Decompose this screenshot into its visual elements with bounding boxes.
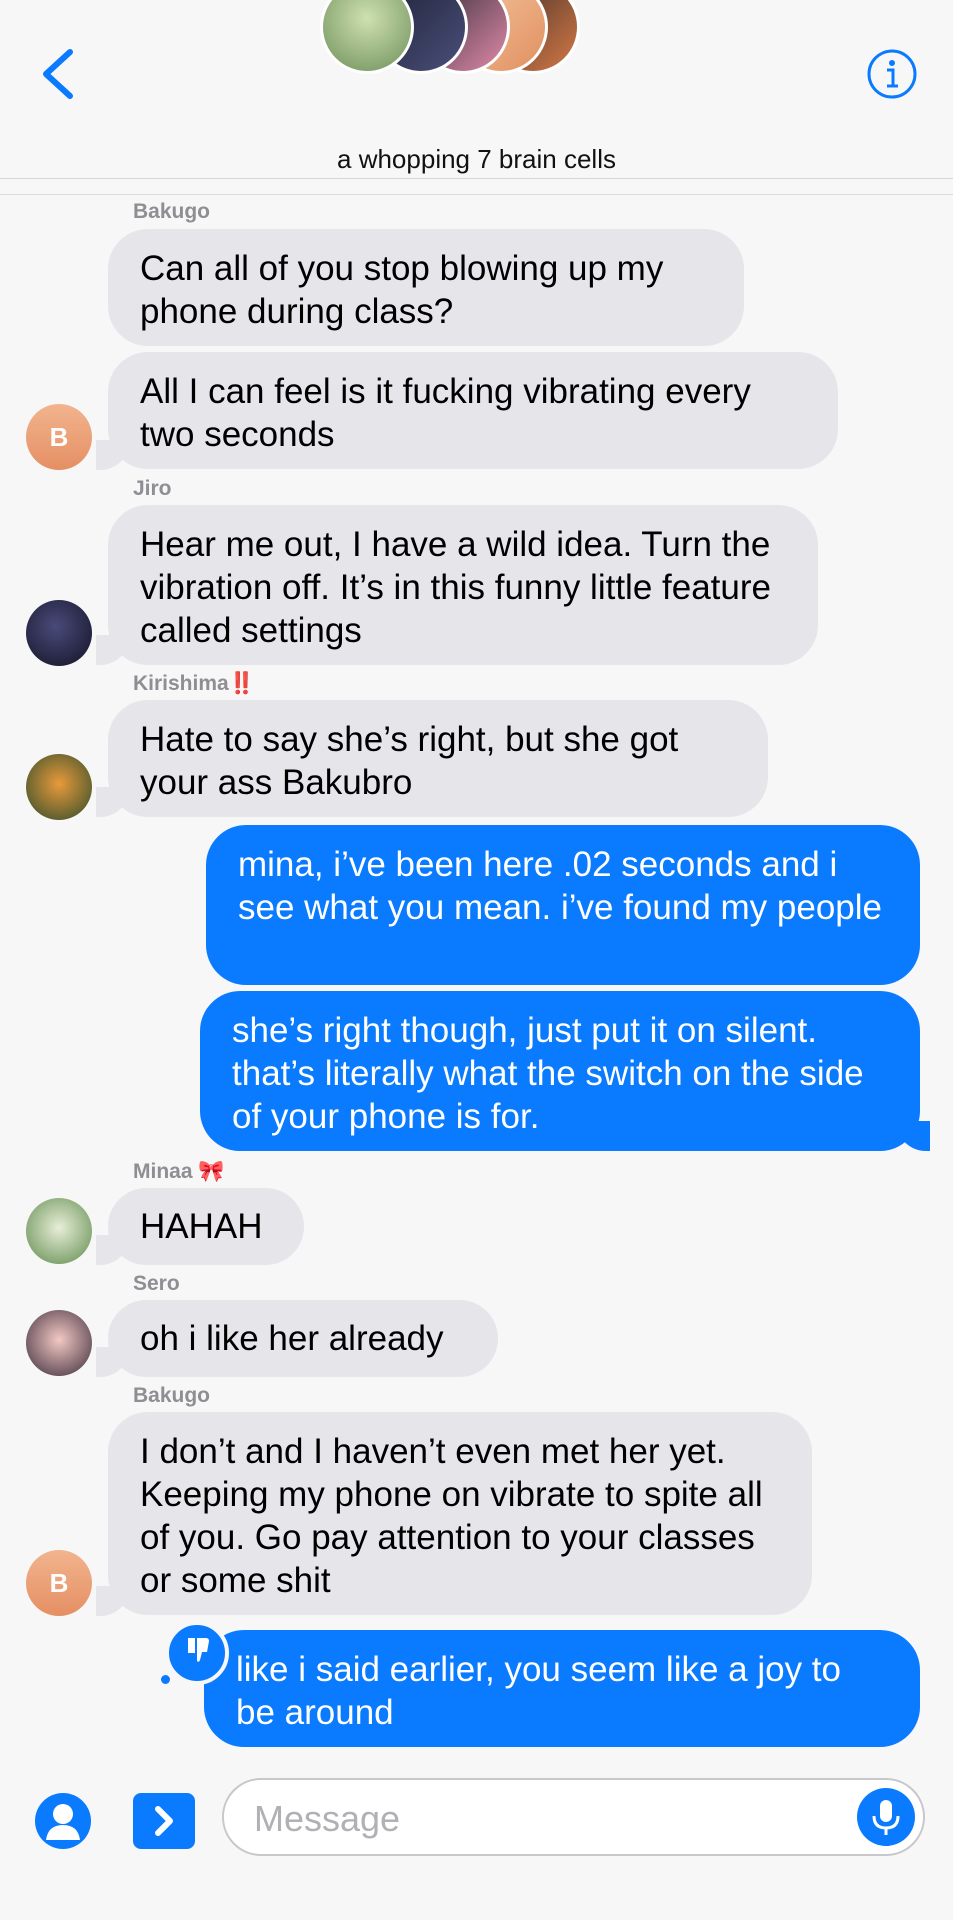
person-icon	[35, 1793, 91, 1849]
info-button[interactable]	[866, 48, 918, 100]
mic-icon	[872, 1800, 900, 1835]
bubble-tail	[96, 1347, 130, 1377]
apps-button[interactable]	[133, 1793, 195, 1854]
avatar[interactable]: B	[26, 1550, 92, 1616]
avatar[interactable]	[26, 754, 92, 820]
bow-emoji: 🎀	[198, 1160, 225, 1183]
message-bubble-incoming[interactable]: All I can feel is it fucking vibrating e…	[108, 352, 838, 469]
info-circle-icon	[867, 49, 917, 99]
bubble-tail	[96, 1235, 130, 1265]
bubble-tail	[896, 1121, 930, 1151]
message-bubble-outgoing[interactable]: she’s right though, just put it on silen…	[200, 991, 920, 1151]
thumbs-down-icon	[188, 1638, 209, 1662]
contact-button[interactable]	[34, 1792, 92, 1855]
sender-name: Jiro	[133, 477, 172, 500]
tapback-reaction[interactable]	[165, 1621, 229, 1685]
double-exclamation-emoji: ‼️	[228, 672, 255, 695]
sender-name: Sero	[133, 1272, 180, 1295]
sender-name: Bakugo	[133, 200, 211, 223]
bubble-tail	[96, 440, 130, 470]
message-bubble-incoming[interactable]: oh i like her already	[108, 1300, 498, 1377]
conversation-header: a whopping 7 brain cells	[0, 0, 953, 179]
chevron-right-icon	[133, 1793, 195, 1849]
message-bubble-incoming[interactable]: Hear me out, I have a wild idea. Turn th…	[108, 505, 818, 665]
back-button[interactable]	[36, 48, 80, 100]
message-placeholder: Message	[254, 1798, 401, 1839]
message-bubble-outgoing[interactable]: mina, i’ve been here .02 seconds and i s…	[206, 825, 920, 985]
sender-name: Kirishima‼️	[133, 672, 255, 696]
avatar[interactable]	[26, 1310, 92, 1376]
message-bubble-incoming[interactable]: I don’t and I haven’t even met her yet. …	[108, 1412, 812, 1615]
message-bubble-incoming[interactable]: Hate to say she’s right, but she got you…	[108, 700, 768, 817]
message-bubble-incoming[interactable]: HAHAH	[108, 1188, 304, 1265]
sender-name: Bakugo	[133, 1384, 211, 1407]
sender-name-text: Minaa	[133, 1160, 193, 1183]
bubble-tail	[96, 635, 130, 665]
divider	[0, 194, 953, 195]
sender-name: Minaa 🎀	[133, 1160, 225, 1184]
sender-name-text: Kirishima	[133, 672, 229, 695]
avatar[interactable]	[26, 1198, 92, 1264]
avatar[interactable]: B	[26, 404, 92, 470]
group-title[interactable]: a whopping 7 brain cells	[0, 144, 953, 175]
bubble-tail	[96, 787, 130, 817]
avatar[interactable]	[26, 600, 92, 666]
chevron-left-icon	[43, 49, 73, 99]
reaction-dot	[161, 1675, 170, 1684]
message-bubble-incoming[interactable]: Can all of you stop blowing up my phone …	[108, 229, 744, 346]
bubble-tail	[96, 1586, 130, 1616]
group-avatar-stack[interactable]	[320, 0, 580, 76]
message-bubble-outgoing[interactable]: like i said earlier, you seem like a joy…	[204, 1630, 920, 1747]
message-input[interactable]: Message	[222, 1778, 925, 1856]
mic-button[interactable]	[857, 1788, 915, 1846]
